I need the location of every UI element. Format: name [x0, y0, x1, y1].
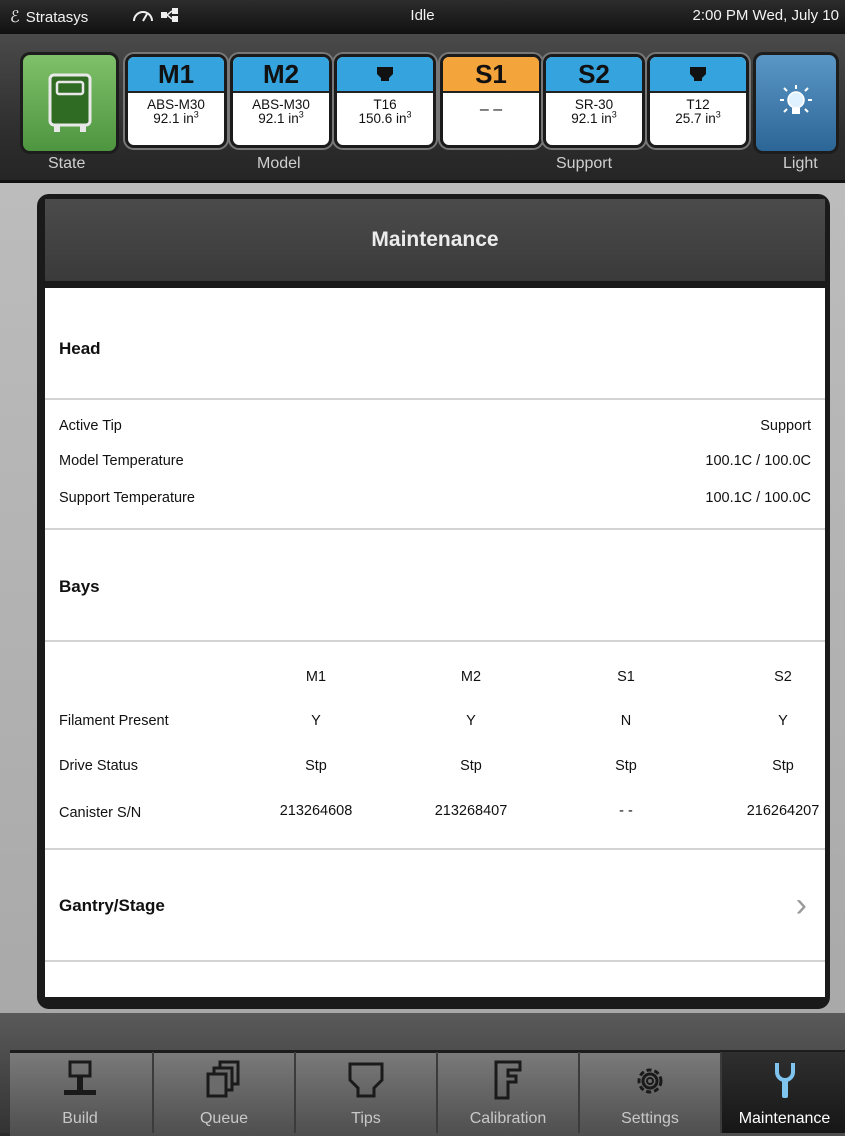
queue-icon	[206, 1060, 240, 1098]
head-info: Active Tip Support Model Temperature 100…	[45, 400, 825, 530]
table-cell: Stp	[460, 758, 482, 774]
table-cell: 213264608	[279, 803, 353, 819]
status-bar: ℰ Stratasys Idle 2:00 PM Wed, July 10	[0, 0, 845, 34]
table-cell: Y	[466, 713, 476, 729]
table-cell: Y	[778, 713, 788, 729]
bay-tile-s2[interactable]: S2 SR-30 92.1 in3	[543, 54, 645, 148]
column-header: S2	[774, 669, 792, 685]
state-label: State	[48, 155, 86, 172]
bays-table: M1 M2 S1 S2 Filament Present Y Y N Y Dri…	[45, 642, 825, 850]
wrench-icon	[774, 1063, 795, 1098]
light-bulb-icon	[780, 85, 812, 114]
table-cell: Stp	[615, 758, 637, 774]
tab-settings[interactable]: Settings	[578, 1052, 720, 1133]
info-label: Support Temperature	[59, 490, 195, 506]
table-cell: 213268407	[434, 803, 508, 819]
gear-icon	[637, 1068, 663, 1094]
bay-volume-unit: 3	[193, 109, 199, 120]
tab-label: Tips	[351, 1110, 381, 1127]
info-value: Support	[760, 418, 811, 434]
tip-type: T12	[686, 97, 710, 112]
bay-volume: 92.1 in	[571, 111, 612, 126]
next-item-partial[interactable]	[45, 962, 825, 997]
info-value: 100.1C / 100.0C	[705, 453, 811, 469]
bay-material: ABS-M30	[252, 97, 310, 112]
bay-volume-unit: 3	[298, 109, 304, 120]
bay-id: M1	[128, 57, 224, 93]
chevron-right-icon: ›	[795, 886, 807, 924]
build-icon	[64, 1060, 96, 1095]
table-cell: - -	[619, 803, 633, 819]
row-label: Drive Status	[59, 758, 138, 774]
column-header: M1	[305, 669, 327, 685]
tab-calibration[interactable]: Calibration	[436, 1052, 578, 1133]
gantry-title: Gantry/Stage	[59, 896, 165, 915]
tip-tile-support[interactable]: T12 25.7 in3	[647, 54, 749, 148]
tab-label: Maintenance	[738, 1110, 831, 1127]
tips-icon	[348, 1062, 384, 1098]
page-title: Maintenance	[45, 199, 825, 281]
bay-volume: 92.1 in	[153, 111, 194, 126]
column-header: S1	[617, 669, 635, 685]
tab-label: Queue	[199, 1110, 249, 1127]
tab-label: Build	[62, 1110, 98, 1127]
tip-header	[650, 57, 746, 93]
tip-volume-unit: 3	[715, 109, 721, 120]
bay-tile-m2[interactable]: M2 ABS-M30 92.1 in3	[230, 54, 332, 148]
gantry-stage-item[interactable]: Gantry/Stage ›	[45, 850, 825, 962]
bay-material: – –	[479, 101, 503, 118]
bay-volume: 92.1 in	[258, 111, 299, 126]
bay-tile-s1[interactable]: S1 – –	[440, 54, 542, 148]
tip-volume-unit: 3	[406, 109, 412, 120]
tab-queue[interactable]: Queue	[152, 1052, 294, 1133]
tip-icon	[377, 67, 393, 81]
printer-state-icon	[48, 73, 91, 132]
tab-label: Calibration	[469, 1110, 547, 1127]
tip-volume: 25.7 in	[675, 111, 716, 126]
bay-id: S1	[443, 57, 539, 93]
maintenance-body[interactable]: Head Active Tip Support Model Temperatur…	[45, 288, 825, 997]
model-label: Model	[257, 155, 301, 172]
calibration-icon	[494, 1060, 522, 1100]
table-cell: Stp	[772, 758, 794, 774]
bay-id: S2	[546, 57, 642, 93]
tab-tips[interactable]: Tips	[294, 1052, 436, 1133]
bays-section-header: Bays	[45, 530, 825, 642]
column-header: M2	[460, 669, 482, 685]
info-value: 100.1C / 100.0C	[705, 490, 811, 506]
info-label: Model Temperature	[59, 453, 184, 469]
bay-volume-unit: 3	[611, 109, 617, 120]
info-label: Active Tip	[59, 418, 122, 434]
info-row: Active Tip Support	[59, 418, 811, 436]
row-label: Filament Present	[59, 713, 169, 729]
bay-material: SR-30	[574, 97, 614, 112]
tip-header	[337, 57, 433, 93]
table-cell: N	[620, 713, 632, 729]
support-label: Support	[556, 155, 613, 172]
table-cell: 216264207	[746, 803, 820, 819]
tip-tile-model[interactable]: T16 150.6 in3	[334, 54, 436, 148]
tip-type: T16	[373, 97, 397, 112]
tab-label: Settings	[621, 1110, 679, 1127]
info-row: Support Temperature 100.1C / 100.0C	[59, 490, 811, 508]
bays-title: Bays	[59, 577, 100, 596]
bay-id: M2	[233, 57, 329, 93]
head-title: Head	[59, 339, 101, 358]
info-row: Model Temperature 100.1C / 100.0C	[59, 453, 811, 471]
material-header: M1 ABS-M30 92.1 in3 M2 ABS-M30 92.1 in3 …	[0, 34, 845, 183]
light-button[interactable]	[753, 52, 839, 154]
tab-maintenance[interactable]: Maintenance	[720, 1052, 845, 1133]
row-label: Canister S/N	[59, 805, 142, 821]
table-cell: Stp	[305, 758, 327, 774]
bay-tile-m1[interactable]: M1 ABS-M30 92.1 in3	[125, 54, 227, 148]
light-label: Light	[783, 155, 818, 172]
tab-build[interactable]: Build	[10, 1052, 150, 1133]
tip-volume: 150.6 in	[358, 111, 407, 126]
head-section-header: Head	[45, 288, 825, 400]
state-button[interactable]	[20, 52, 119, 154]
bay-material: ABS-M30	[147, 97, 205, 112]
table-cell: Y	[311, 713, 321, 729]
clock: 2:00 PM Wed, July 10	[692, 7, 839, 24]
tip-icon	[690, 67, 706, 81]
